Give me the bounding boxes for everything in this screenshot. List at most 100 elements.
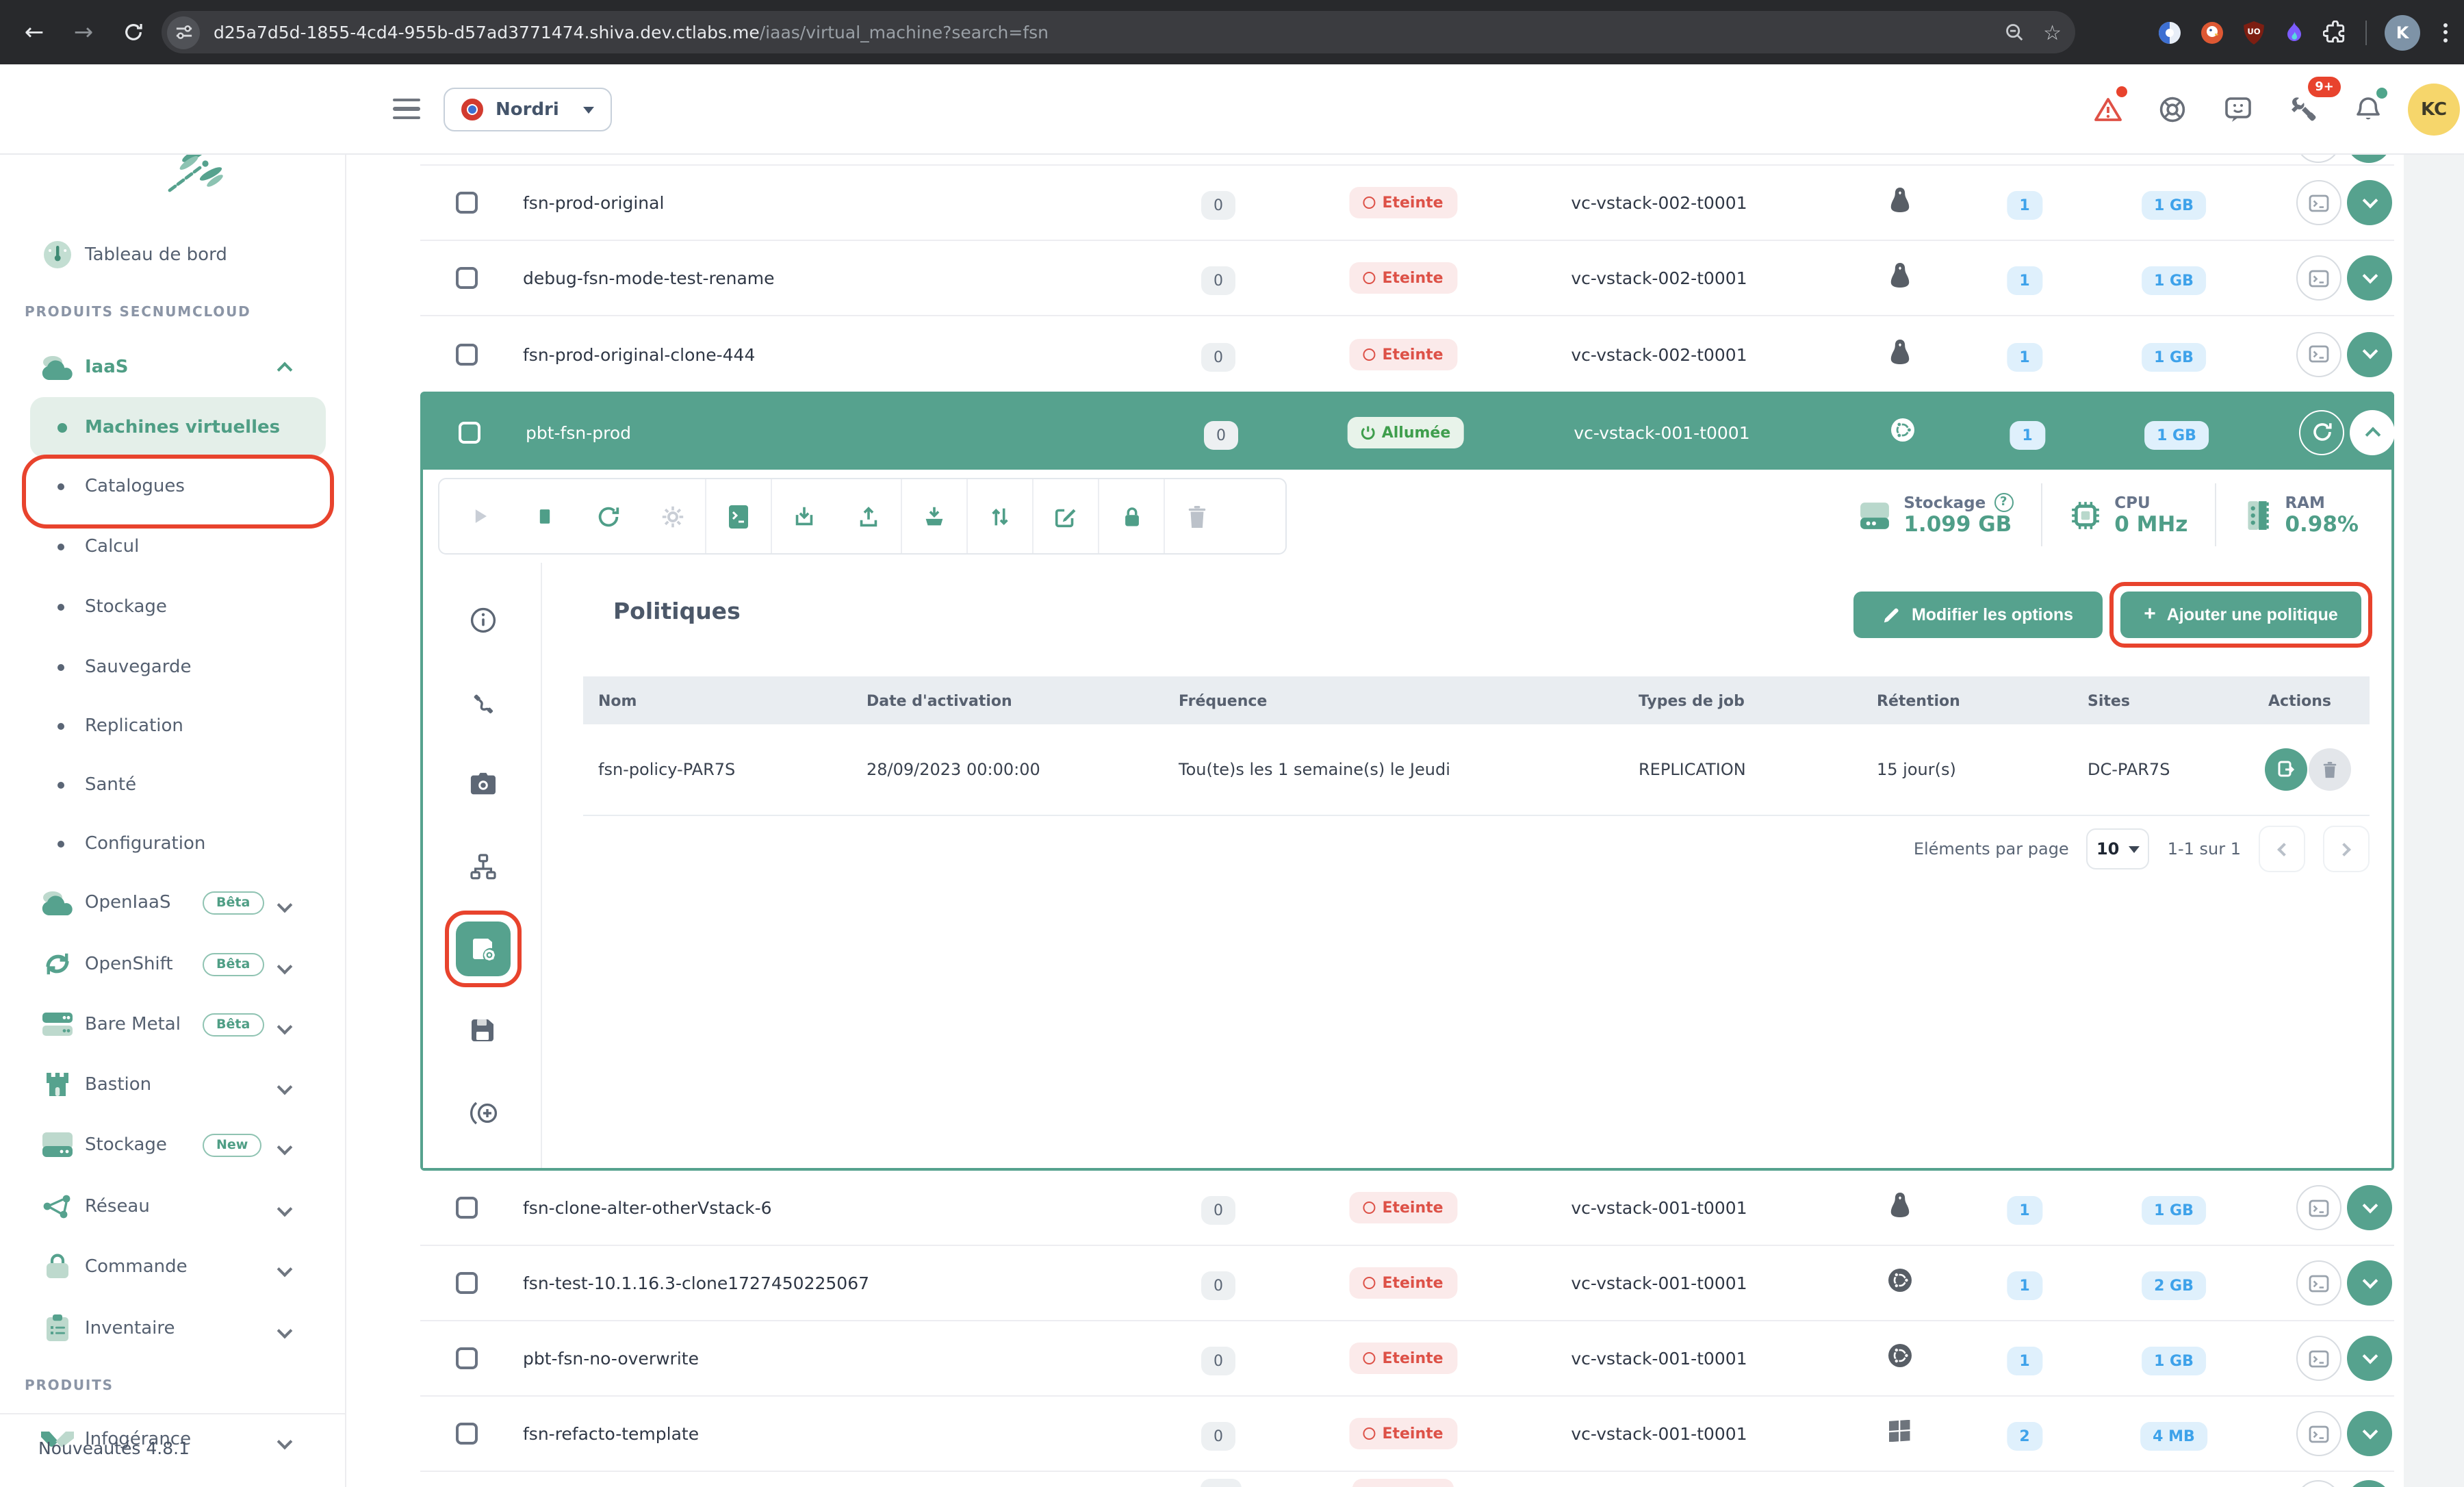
sidebar-item-inventaire[interactable]: Inventaire: [0, 1298, 346, 1358]
table-row[interactable]: pbt-fsn-no-overwrite 0 Eteinte vc-vstack…: [420, 1321, 2394, 1397]
sidebar-item-sante[interactable]: Santé: [0, 754, 346, 815]
sidebar-item-stockage-iaas[interactable]: Stockage: [0, 576, 346, 637]
browser-back-button[interactable]: ←: [14, 0, 55, 64]
user-avatar[interactable]: KC: [2408, 84, 2460, 136]
support-button[interactable]: [2157, 94, 2187, 125]
table-row[interactable]: fsn-prod-original 0 Eteinte vc-vstack-00…: [420, 166, 2394, 241]
release-notes-link[interactable]: Nouveautés 4.8.1: [38, 1438, 190, 1458]
console-button[interactable]: [2296, 1411, 2341, 1456]
table-row[interactable]: debug-fsn-mode-test-rename 0 Eteinte vc-…: [420, 241, 2394, 316]
console-button[interactable]: [725, 503, 752, 530]
flame-extension-icon[interactable]: [2283, 20, 2305, 45]
edit-options-button[interactable]: Modifier les options: [1853, 592, 2103, 638]
run-policy-button[interactable]: [2265, 748, 2307, 791]
row-checkbox[interactable]: [456, 1197, 478, 1219]
restart-button[interactable]: [595, 503, 622, 530]
collapse-row-button[interactable]: [2350, 409, 2395, 455]
per-page-select[interactable]: 10: [2087, 828, 2150, 869]
url-text[interactable]: d25a7d5d-1855-4cd4-955b-d57ad3771474.shi…: [214, 11, 1049, 53]
tab-network[interactable]: [470, 853, 497, 880]
tab-info[interactable]: [470, 607, 497, 634]
feedback-button[interactable]: [2223, 94, 2253, 125]
menu-toggle-button[interactable]: [393, 99, 420, 125]
sidebar-item-reseau[interactable]: Réseau: [0, 1176, 346, 1236]
export-button[interactable]: [855, 503, 882, 530]
console-button[interactable]: [2296, 1480, 2341, 1487]
site-settings-icon[interactable]: [167, 16, 200, 49]
sidebar-item-stockage[interactable]: Stockage New: [0, 1115, 346, 1175]
browser-menu-icon[interactable]: [2438, 23, 2453, 42]
row-checkbox[interactable]: [456, 1347, 478, 1369]
sidebar-item-dashboard[interactable]: Tableau de bord: [0, 225, 346, 285]
row-checkbox[interactable]: [456, 343, 478, 365]
selected-table-row[interactable]: pbt-fsn-prod 0 Allumée vc-vstack-001-t00…: [423, 394, 2391, 470]
console-button[interactable]: [2296, 255, 2341, 301]
download-button[interactable]: [921, 503, 948, 530]
sidebar-item-iaas[interactable]: IaaS: [0, 337, 346, 397]
table-row[interactable]: fsn-test-10.1.16.3-clone1727450225067 0 …: [420, 1246, 2394, 1321]
sidebar-item-catalogues[interactable]: Catalogues: [0, 456, 346, 516]
sidebar-item-bastion[interactable]: Bastion: [0, 1054, 346, 1115]
expand-row-button[interactable]: [2347, 1411, 2392, 1456]
tab-snapshots[interactable]: [470, 771, 497, 798]
browser-profile-avatar[interactable]: K: [2385, 14, 2420, 50]
console-button[interactable]: [2296, 155, 2341, 163]
address-bar[interactable]: d25a7d5d-1855-4cd4-955b-d57ad3771474.shi…: [162, 11, 2075, 53]
duckduckgo-extension-icon[interactable]: [2200, 20, 2224, 45]
previous-page-button[interactable]: [2259, 826, 2305, 872]
sidebar-item-openshift[interactable]: OpenShift Bêta: [0, 934, 346, 994]
expand-row-button[interactable]: [2347, 331, 2392, 377]
edit-button[interactable]: [1052, 503, 1079, 530]
bookmark-star-icon[interactable]: ☆: [2043, 20, 2062, 45]
console-button[interactable]: [2296, 180, 2341, 225]
notifications-button[interactable]: [2353, 94, 2383, 125]
delete-button[interactable]: [1183, 503, 1211, 530]
sidebar-item-bare-metal[interactable]: Bare Metal Bêta: [0, 994, 346, 1054]
row-checkbox[interactable]: [456, 1423, 478, 1445]
tab-save[interactable]: [470, 1017, 497, 1045]
table-row[interactable]: fsn-refacto-template 0 Eteinte vc-vstack…: [420, 1397, 2394, 1472]
expand-row-button[interactable]: [2347, 1336, 2392, 1381]
sidebar-item-machines-virtuelles[interactable]: Machines virtuelles: [0, 397, 346, 457]
browser-forward-button[interactable]: →: [63, 0, 104, 64]
expand-row-button[interactable]: [2347, 1260, 2392, 1306]
tools-button[interactable]: [2287, 94, 2318, 125]
expand-row-button[interactable]: [2347, 255, 2392, 301]
expand-row-button[interactable]: [2347, 1185, 2392, 1230]
console-button[interactable]: [2296, 1336, 2341, 1381]
settings-button[interactable]: [659, 503, 686, 530]
row-checkbox[interactable]: [459, 421, 480, 443]
import-button[interactable]: [791, 503, 818, 530]
sidebar-item-replication[interactable]: Replication: [0, 696, 346, 756]
sidebar-item-sauvegarde[interactable]: Sauvegarde: [0, 637, 346, 697]
stop-button[interactable]: [530, 503, 558, 530]
sidebar-item-configuration[interactable]: Configuration: [0, 813, 346, 874]
tab-backup-policies[interactable]: [456, 922, 511, 976]
refresh-row-button[interactable]: [2299, 409, 2344, 455]
extensions-puzzle-icon[interactable]: [2323, 20, 2348, 45]
ublock-extension-icon[interactable]: UO: [2242, 20, 2266, 45]
sidebar-item-commande[interactable]: Commande: [0, 1236, 346, 1297]
row-checkbox[interactable]: [456, 192, 478, 214]
console-button[interactable]: [2296, 1260, 2341, 1306]
tab-attach-disk[interactable]: [470, 1100, 497, 1127]
alerts-button[interactable]: [2093, 94, 2123, 125]
add-policy-button[interactable]: + Ajouter une politique: [2120, 592, 2361, 638]
browser-reload-button[interactable]: [115, 0, 151, 64]
help-icon[interactable]: ?: [1994, 493, 2013, 512]
scrollbar-gutter[interactable]: [2404, 155, 2464, 1487]
play-button[interactable]: [466, 503, 493, 530]
zoom-out-icon[interactable]: [2003, 22, 2024, 42]
sidebar-item-calcul[interactable]: Calcul: [0, 516, 346, 576]
table-row[interactable]: fsn-clone-alter-otherVstack-6 0 Eteinte …: [420, 1171, 2394, 1246]
expand-row-button[interactable]: [2347, 180, 2392, 225]
tab-connections[interactable]: [470, 690, 497, 717]
delete-policy-button[interactable]: [2309, 748, 2351, 791]
console-button[interactable]: [2296, 1185, 2341, 1230]
table-row[interactable]: fsn-prod-original-clone-444 0 Eteinte vc…: [420, 316, 2394, 392]
lock-button[interactable]: [1118, 503, 1145, 530]
row-checkbox[interactable]: [456, 1272, 478, 1294]
sidebar-item-openiaas[interactable]: OpenIaaS Bêta: [0, 872, 346, 932]
expand-row-button[interactable]: [2346, 155, 2391, 163]
privacy-extension-icon[interactable]: [2157, 20, 2182, 45]
